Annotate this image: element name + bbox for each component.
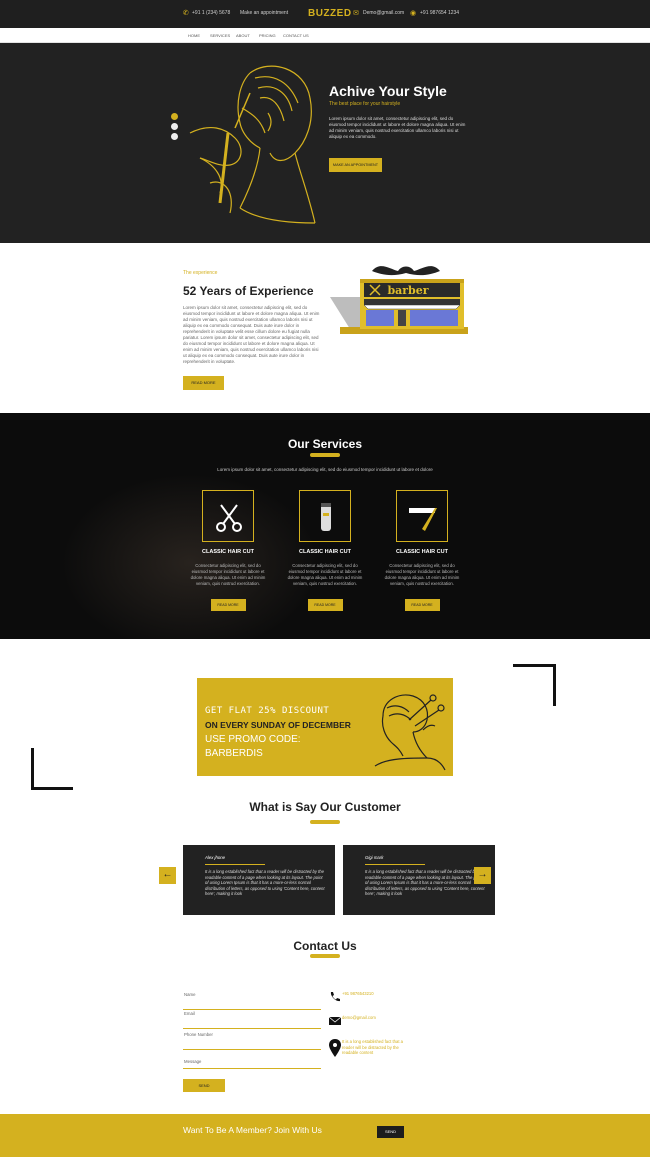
topbar-phone[interactable]: +91 1 (234) 5678 — [192, 10, 230, 16]
next-arrow-icon[interactable]: → — [474, 867, 491, 884]
promo-code: BARBERDIS — [205, 748, 263, 759]
hero-title: Achive Your Style — [329, 83, 447, 99]
mail-icon — [328, 1016, 342, 1025]
member-cta-text: Want To Be A Member? Join With Us — [183, 1125, 322, 1135]
service-read-more-button[interactable]: READ MORE — [210, 599, 246, 611]
service-desc: Consectetur adipiscing elit, sed do eius… — [384, 563, 460, 586]
slider-dots — [171, 113, 178, 143]
service-name: CLASSIC HAIR CUT — [396, 549, 448, 555]
testimonial-name: Gigi mark — [365, 855, 384, 860]
testimonial-card: Gigi mark It is a long established fact … — [343, 845, 495, 915]
slider-dot-2[interactable] — [171, 123, 178, 130]
topbar-location[interactable]: +91 987654 1234 — [420, 10, 459, 16]
about-text: Lorem ipsum dolor sit amet, consectetur … — [183, 305, 320, 364]
trimmer-icon — [299, 490, 351, 542]
testimonial-quote: It is a long established fact that a rea… — [365, 869, 485, 896]
services-lead: Lorem ipsum dolor sit amet, consectetur … — [217, 467, 433, 472]
hero-subtitle: The best place for your hairstyle — [329, 101, 401, 107]
decor-bracket — [513, 664, 556, 706]
services-section: Our Services Lorem ipsum dolor sit amet,… — [0, 413, 650, 639]
about-section: The experience 52 Years of Experience Lo… — [0, 243, 650, 413]
testimonial-name: Alex jhone — [205, 855, 226, 860]
prev-arrow-icon[interactable]: ← — [159, 867, 176, 884]
service-desc: Consectetur adipiscing elit, sed do eius… — [190, 563, 266, 586]
brand-logo[interactable]: BUZZED — [308, 8, 352, 19]
service-card: CLASSIC HAIR CUT Consectetur adipiscing … — [382, 490, 462, 611]
hero-text: Lorem ipsum dolor sit amet, consectetur … — [329, 116, 466, 139]
services-title-underline — [310, 453, 340, 457]
nav-pricing[interactable]: Pricing — [259, 33, 276, 38]
slider-dot-1[interactable] — [171, 113, 178, 120]
mail-icon: ✉ — [353, 10, 359, 17]
member-footer: Want To Be A Member? Join With Us SEND — [0, 1114, 650, 1157]
name-field-label: Name — [184, 992, 196, 997]
location-pin-icon — [329, 1039, 341, 1057]
phone-field-label: Phone Number — [184, 1032, 213, 1037]
hero-slider: Achive Your Style The best place for you… — [0, 43, 650, 243]
service-read-more-button[interactable]: READ MORE — [307, 599, 343, 611]
nav-services[interactable]: Services — [210, 33, 230, 38]
testimonials-title-underline — [310, 820, 340, 824]
promo-line-3: USE PROMO CODE: — [205, 734, 301, 745]
appointment-button[interactable]: MAKE AN APPOINTMENT — [329, 158, 382, 172]
haircut-line-art-image — [374, 694, 446, 771]
topbar-email[interactable]: Demo@gmail.com — [363, 10, 404, 16]
promo-line-2: ON EVERY SUNDAY OF DECEMBER — [205, 720, 351, 730]
service-card: CLASSIC HAIR CUT Consectetur adipiscing … — [285, 490, 365, 611]
send-button[interactable]: SEND — [183, 1079, 225, 1092]
testimonials-title: What is Say Our Customer — [249, 800, 401, 814]
contact-phone-text[interactable]: +91 9876543210 — [342, 991, 412, 997]
join-send-button[interactable]: SEND — [377, 1126, 404, 1138]
contact-title-underline — [310, 954, 340, 958]
service-name: CLASSIC HAIR CUT — [299, 549, 351, 555]
phone-field[interactable]: Phone Number — [183, 1032, 321, 1050]
main-nav: Home Services About Pricing Contact Us — [0, 28, 650, 43]
decor-bracket — [31, 748, 73, 790]
scissors-icon — [202, 490, 254, 542]
testimonial-quote: It is a long established fact that a rea… — [205, 869, 325, 896]
barber-shop-image: barber — [330, 266, 468, 334]
message-field-label: Message — [184, 1059, 202, 1064]
razor-icon — [396, 490, 448, 542]
nav-contact[interactable]: Contact Us — [283, 33, 309, 38]
service-name: CLASSIC HAIR CUT — [202, 549, 254, 555]
name-field[interactable]: Name — [183, 992, 321, 1010]
read-more-button[interactable]: READ MORE — [183, 376, 224, 390]
about-title: 52 Years of Experience — [183, 284, 314, 298]
testimonial-divider — [365, 864, 425, 865]
phone-icon — [330, 992, 340, 1002]
contact-email-text[interactable]: demo@gmail.com — [342, 1015, 412, 1021]
promo-banner[interactable]: GET FLAT 25% DISCOUNT ON EVERY SUNDAY OF… — [197, 678, 453, 776]
email-field-label: Email — [184, 1011, 195, 1016]
about-kicker: The experience — [183, 270, 218, 276]
top-bar: ✆ +91 1 (234) 5678 Make an appointment B… — [0, 0, 650, 28]
message-field[interactable]: Message — [183, 1059, 321, 1069]
slider-dot-3[interactable] — [171, 133, 178, 140]
nav-about[interactable]: About — [236, 33, 250, 38]
location-icon: ◉ — [410, 10, 417, 17]
email-field[interactable]: Email — [183, 1011, 321, 1029]
barber-line-art-image — [189, 65, 316, 224]
testimonial-card: Alex jhone It is a long established fact… — [183, 845, 335, 915]
contact-title: Contact Us — [293, 939, 357, 953]
services-title: Our Services — [287, 437, 363, 451]
testimonial-divider — [205, 864, 265, 865]
shop-sign-text: barber — [387, 284, 428, 297]
service-card: CLASSIC HAIR CUT Consectetur adipiscing … — [188, 490, 268, 611]
contact-address-text: It is a long established fact that a rea… — [342, 1039, 403, 1055]
nav-home[interactable]: Home — [188, 33, 200, 38]
service-read-more-button[interactable]: READ MORE — [404, 599, 440, 611]
phone-icon: ✆ — [183, 10, 189, 17]
appointment-link[interactable]: Make an appointment — [240, 10, 288, 16]
service-desc: Consectetur adipiscing elit, sed do eius… — [287, 563, 363, 586]
promo-line-1: GET FLAT 25% DISCOUNT — [205, 706, 330, 716]
